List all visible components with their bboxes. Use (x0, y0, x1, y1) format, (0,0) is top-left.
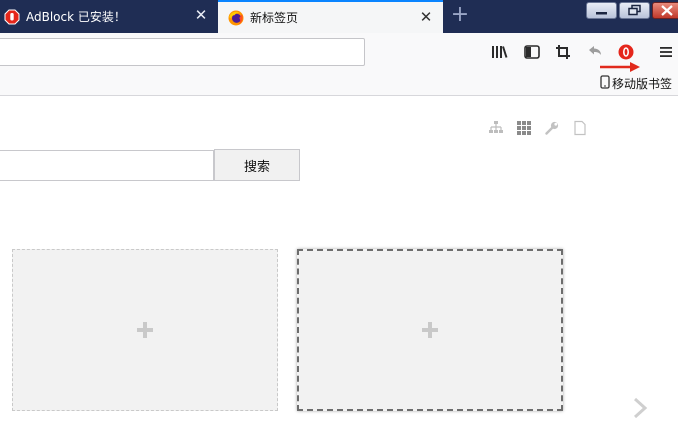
tab-label: AdBlock 已安装！ (26, 10, 126, 24)
tab-adblock[interactable]: AdBlock 已安装！ ✕ (0, 0, 218, 33)
window-close-button[interactable] (652, 2, 678, 19)
tab-label: 新标签页 (250, 11, 299, 25)
library-icon[interactable] (490, 43, 508, 61)
new-tab-page: 搜索 (0, 96, 678, 426)
sitemap-icon[interactable] (488, 120, 504, 136)
url-bar[interactable] (0, 38, 365, 66)
firefox-icon (228, 10, 244, 26)
mobile-bookmarks-item[interactable]: 移动版书签 (600, 74, 673, 92)
add-plus-icon (421, 321, 439, 339)
navigation-toolbar: 移动版书签 (0, 33, 678, 96)
tab-new-tab[interactable]: 新标签页 ✕ (218, 0, 443, 33)
adblock-stop-icon (4, 9, 20, 25)
minimize-button[interactable] (586, 2, 617, 19)
sidebar-icon[interactable] (523, 43, 541, 61)
undo-arrow-icon[interactable] (586, 43, 604, 61)
chevron-right-icon[interactable] (630, 396, 650, 420)
restore-button[interactable] (619, 2, 650, 19)
menu-icon[interactable] (657, 43, 675, 61)
empty-site-tile[interactable] (12, 249, 278, 411)
grid-icon[interactable] (516, 120, 532, 136)
annotation-arrow-icon (598, 61, 642, 73)
opera-o-icon[interactable] (617, 43, 635, 61)
mobile-phone-icon (600, 74, 610, 92)
new-tab-plus-icon[interactable]: + (448, 4, 472, 28)
tab-strip: AdBlock 已安装！ ✕ 新标签页 ✕ + (0, 0, 678, 33)
empty-site-tile[interactable] (297, 249, 563, 411)
mobile-bookmarks-label: 移动版书签 (612, 76, 673, 91)
wrench-icon[interactable] (544, 120, 560, 136)
close-icon[interactable]: ✕ (194, 8, 208, 23)
page-icon[interactable] (572, 120, 588, 136)
add-plus-icon (136, 321, 154, 339)
search-button[interactable]: 搜索 (214, 149, 300, 181)
close-icon[interactable]: ✕ (419, 10, 433, 25)
search-input[interactable] (0, 150, 214, 181)
screenshot-crop-icon[interactable] (554, 43, 572, 61)
